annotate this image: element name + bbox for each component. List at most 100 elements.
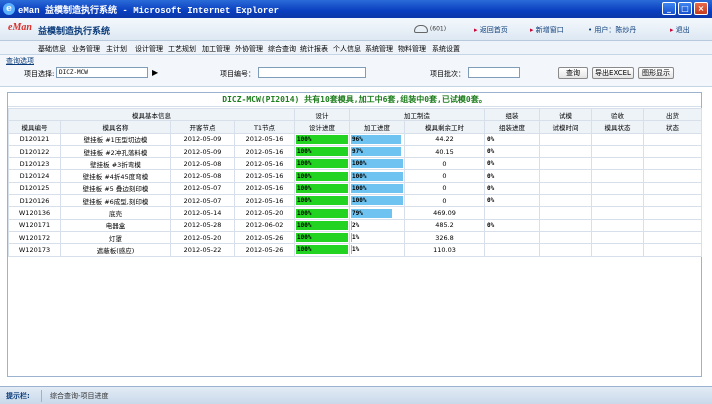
progress-bar-text: 100% [297,184,312,192]
table-row[interactable]: D120123 壁挂板 #3折弯模 2012-05-08 2012-05-16 100%… [8,157,702,171]
cell-status [643,194,702,208]
cell-mold-name: 壁挂板 #5 叠边刻印模 [60,181,171,196]
query-button[interactable]: 查询 [558,67,588,79]
col-status[interactable]: 状态 [643,120,702,134]
cell-mold-status [591,206,644,220]
col-mold-no[interactable]: 模具编号 [8,120,61,134]
cell-remaining-hours: 326.8 [404,230,485,245]
menu-outsourcing[interactable]: 外协管理 [235,44,263,54]
cell-t1-node: 2012-05-16 [234,194,295,208]
cell-mold-no: W120172 [8,230,61,245]
progress-bar: 0% [486,221,538,230]
progress-bar-text: 0% [487,135,495,143]
col-machining-progress[interactable]: 加工进度 [349,120,405,134]
cell-mold-name: 壁挂板 #6成型,刻印模 [60,194,171,208]
cell-mold-status [591,243,644,257]
window-title: eMan 益模制造执行系统 - Microsoft Internet Explo… [18,6,280,16]
menu-settings[interactable]: 系统设置 [432,44,460,54]
table-row[interactable]: D120122 壁挂板 #2冲孔落料模 2012-05-09 2012-05-16 10… [8,144,702,159]
menu-machining[interactable]: 加工管理 [202,44,230,54]
menu-business[interactable]: 业务管理 [72,44,100,54]
project-select-arrow-icon[interactable]: ▶ [152,68,158,77]
col-t1-node[interactable]: T1节点 [234,120,295,134]
table-row[interactable]: W120173 遮蔽板(感应) 2012-05-22 2012-05-26 100% 1%… [8,243,702,257]
cell-remaining-hours: 0 [404,194,485,208]
close-button[interactable]: × [694,2,708,15]
menu-basic-info[interactable]: 基础信息 [38,44,66,54]
cell-design-progress: 100% [294,230,350,245]
cell-mold-name: 灯罩 [60,230,171,245]
col-trial-time[interactable]: 试模时间 [539,120,592,134]
col-remaining-hours[interactable]: 模具剩余工时 [404,120,485,134]
cell-trial-time [539,230,592,245]
phone-indicator[interactable]: (601) [414,25,446,33]
column-header-row: 模具编号 模具名称 开客节点 T1节点 设计进度 加工进度 模具剩余工时 组装进… [8,120,702,134]
menu-materials[interactable]: 物料管理 [398,44,426,54]
menu-design[interactable]: 设计管理 [135,44,163,54]
project-select-field[interactable]: DICZ-MCW [56,67,148,78]
cell-start-node: 2012-05-22 [170,243,235,257]
progress-bar: 0% [486,159,538,168]
cell-machining-progress: 100% [349,169,405,183]
progress-bar-text: 79% [352,209,363,217]
col-mold-status[interactable]: 模具状态 [591,120,644,134]
cell-start-node: 2012-05-08 [170,169,235,183]
cell-machining-progress: 1% [349,243,405,257]
cell-start-node: 2012-05-20 [170,230,235,245]
summary-banner: DICZ-MCW(PI2014) 共有10套模具,加工中6套,组装中0套,已试模… [8,93,701,107]
table-row[interactable]: D120126 壁挂板 #6成型,刻印模 2012-05-07 2012-05-16 1… [8,194,702,208]
cell-assembly-progress: 0% [484,157,540,171]
minimize-button[interactable]: _ [662,2,676,15]
progress-bar-text: 100% [297,148,312,156]
cell-t1-node: 2012-05-26 [234,230,295,245]
table-row[interactable]: W120172 灯罩 2012-05-20 2012-05-26 100% 1% 326.8 [8,230,702,245]
menu-personal[interactable]: 个人信息 [333,44,361,54]
progress-bar-text: 100% [297,160,312,168]
query-options-tab[interactable]: 查询选项 [6,56,34,66]
logout-icon: ▸ [670,26,674,34]
table-row[interactable]: W120171 电器盒 2012-05-28 2012-06-02 100% 2% 485.… [8,218,702,232]
cell-mold-name: 壁挂板 #1压型切边模 [60,132,171,146]
table-row[interactable]: D120124 壁挂板 #4折45度弯模 2012-05-08 2012-05-16 1… [8,169,702,183]
user-info: • 用户：陈炒丹 [588,26,637,34]
new-window-link[interactable]: ▸ 新增窗口 [530,25,564,35]
table-row[interactable]: D120125 壁挂板 #5 叠边刻印模 2012-05-07 2012-05-16 1… [8,181,702,196]
cell-design-progress: 100% [294,157,350,171]
cell-assembly-progress: 0% [484,181,540,196]
home-link[interactable]: ▸ 返回首页 [474,25,508,35]
logout-link[interactable]: ▸ 退出 [670,25,690,35]
maximize-button[interactable]: □ [678,2,692,15]
table-row[interactable]: D120121 壁挂板 #1压型切边模 2012-05-09 2012-05-16 10… [8,132,702,146]
cell-start-node: 2012-05-09 [170,132,235,146]
chart-view-button[interactable]: 图形显示 [638,67,674,79]
cell-machining-progress: 96% [349,132,405,146]
cell-status [643,157,702,171]
cell-mold-no: W120171 [8,218,61,232]
cell-mold-name: 壁挂板 #3折弯模 [60,157,171,171]
menu-master-plan[interactable]: 主计划 [106,44,127,54]
menu-process-plan[interactable]: 工艺规划 [168,44,196,54]
project-no-input[interactable] [258,67,366,78]
menu-system[interactable]: 系统管理 [365,44,393,54]
export-excel-button[interactable]: 导出EXCEL [592,67,634,79]
app-header: eMan 益模制造执行系统 (601) ▸ 返回首页 ▸ 新增窗口 • 用户：陈… [0,18,712,41]
col-start-node[interactable]: 开客节点 [170,120,235,134]
cell-design-progress: 100% [294,132,350,146]
table-row[interactable]: W120136 底壳 2012-05-14 2012-05-20 100% 79% 469.… [8,206,702,220]
cell-t1-node: 2012-05-16 [234,181,295,196]
progress-bar-text: 100% [352,197,367,205]
menu-query[interactable]: 综合查询 [268,44,296,54]
group-shipping: 出货 [643,107,702,122]
col-assembly-progress[interactable]: 组装进度 [484,120,540,134]
progress-bar-text: 100% [297,221,312,229]
cell-assembly-progress [484,230,540,245]
col-mold-name[interactable]: 模具名称 [60,120,171,134]
col-design-progress[interactable]: 设计进度 [294,120,350,134]
cell-assembly-progress: 0% [484,144,540,159]
cell-remaining-hours: 0 [404,169,485,183]
query-panel: 查询选项 项目选择: DICZ-MCW ▶ 项目编号： 项目批次： 查询 导出E… [0,55,712,87]
progress-bar: 100% [296,233,348,243]
menu-reports[interactable]: 统计报表 [300,44,328,54]
progress-panel: DICZ-MCW(PI2014) 共有10套模具,加工中6套,组装中0套,已试模… [7,92,702,377]
batch-input[interactable] [468,67,520,78]
